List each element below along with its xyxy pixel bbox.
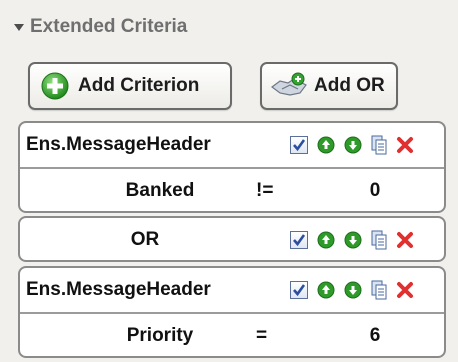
add-or-label: Add OR (314, 75, 385, 96)
criterion-controls (290, 135, 414, 155)
move-up-icon[interactable] (317, 231, 335, 249)
condition-field: Priority (126, 325, 194, 346)
copy-document-icon[interactable] (371, 135, 387, 155)
condition-value: 0 (369, 180, 381, 201)
collapse-triangle-icon[interactable] (14, 23, 24, 31)
criterion-condition-row[interactable]: Banked != 0 (20, 167, 444, 211)
condition-field: Banked (125, 180, 195, 201)
move-up-icon[interactable] (317, 281, 335, 299)
criterion-header-row: Ens.MessageHeader (20, 268, 444, 312)
move-down-icon[interactable] (344, 231, 362, 249)
or-header-row: OR (20, 218, 444, 260)
enable-checkbox[interactable] (290, 281, 308, 299)
add-criterion-label: Add Criterion (78, 75, 200, 96)
criterion-card: Ens.MessageHeader (18, 266, 446, 358)
criterion-card: Ens.MessageHeader (18, 121, 446, 213)
extended-criteria-panel: Extended Criteria Add Criterion Add OR E… (0, 0, 458, 362)
or-title: OR (130, 229, 160, 250)
add-or-button[interactable]: Add OR (260, 62, 398, 110)
delete-x-icon[interactable] (396, 281, 414, 299)
criterion-title: Ens.MessageHeader (26, 279, 211, 300)
add-or-handshake-icon (271, 72, 307, 96)
move-down-icon[interactable] (344, 281, 362, 299)
criterion-condition-row[interactable]: Priority = 6 (20, 312, 444, 356)
copy-document-icon[interactable] (371, 280, 387, 300)
condition-operator: = (256, 325, 268, 346)
condition-value: 6 (369, 325, 381, 346)
copy-document-icon[interactable] (371, 230, 387, 250)
enable-checkbox[interactable] (290, 136, 308, 154)
add-criterion-button[interactable]: Add Criterion (28, 62, 232, 110)
section-title: Extended Criteria (30, 16, 188, 37)
delete-x-icon[interactable] (396, 231, 414, 249)
checkmark-icon (293, 139, 306, 152)
criterion-controls (290, 280, 414, 300)
add-green-plus-icon (41, 72, 69, 100)
move-down-icon[interactable] (344, 136, 362, 154)
criterion-title: Ens.MessageHeader (26, 134, 211, 155)
or-controls (290, 230, 414, 250)
enable-checkbox[interactable] (290, 231, 308, 249)
checkmark-icon (293, 284, 306, 297)
delete-x-icon[interactable] (396, 136, 414, 154)
condition-operator: != (256, 180, 274, 201)
criterion-header-row: Ens.MessageHeader (20, 123, 444, 167)
or-card: OR (18, 216, 446, 262)
checkmark-icon (293, 234, 306, 247)
move-up-icon[interactable] (317, 136, 335, 154)
section-header[interactable]: Extended Criteria (10, 12, 187, 42)
